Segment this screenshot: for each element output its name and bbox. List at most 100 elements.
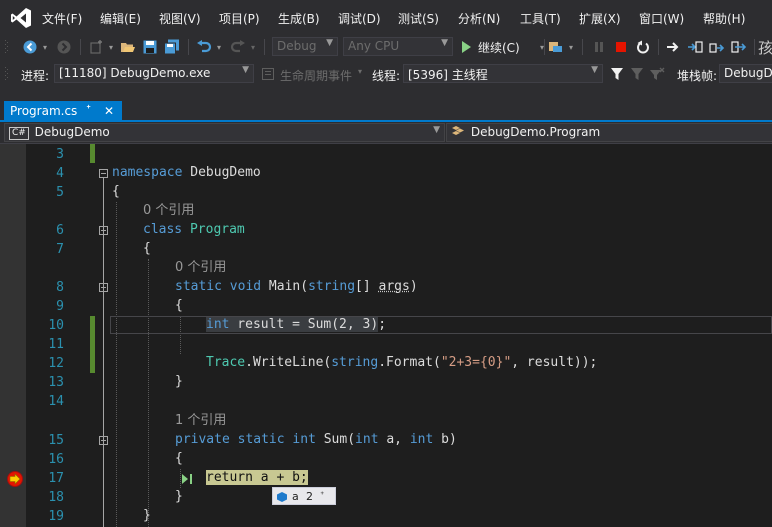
lifecycle-dropdown-icon[interactable]: ▾ bbox=[358, 67, 362, 76]
stack-frame-label: 堆栈帧: bbox=[677, 69, 718, 83]
step-over-icon[interactable] bbox=[707, 37, 727, 57]
solution-platform-dropdown[interactable]: Any CPU ▼ bbox=[343, 37, 453, 56]
show-flagged-threads-icon[interactable] bbox=[648, 64, 666, 84]
project-name: DebugDemo bbox=[34, 125, 110, 139]
redo-icon[interactable] bbox=[228, 37, 248, 57]
pin-tab-icon[interactable]: ᐩ bbox=[86, 103, 91, 118]
step-out-icon[interactable] bbox=[729, 37, 749, 57]
continue-button[interactable]: 继续(C) bbox=[460, 37, 536, 57]
lifecycle-events-icon[interactable] bbox=[261, 64, 275, 84]
collapse-namespace-icon[interactable] bbox=[99, 169, 108, 178]
keyword: namespace bbox=[112, 165, 183, 180]
pin-datatip-icon[interactable]: ᐩ bbox=[320, 489, 324, 502]
hot-reload-icon[interactable] bbox=[546, 37, 566, 57]
project-dropdown[interactable]: C# DebugDemo ▼ bbox=[4, 123, 445, 142]
chevron-down-icon: ▼ bbox=[441, 38, 448, 48]
change-indicator bbox=[90, 316, 95, 373]
stop-debugging-icon[interactable] bbox=[611, 37, 631, 57]
line-number: 14 bbox=[48, 394, 64, 409]
run-to-click-icon[interactable] bbox=[182, 474, 194, 484]
menu-window[interactable]: 窗口(W) bbox=[639, 10, 684, 27]
open-file-icon[interactable] bbox=[118, 37, 138, 57]
process-dropdown[interactable]: [11180] DebugDemo.exe ▼ bbox=[54, 64, 254, 83]
menu-tools[interactable]: 工具(T) bbox=[520, 10, 561, 27]
menu-debug[interactable]: 调试(D) bbox=[338, 10, 381, 27]
restart-icon[interactable] bbox=[633, 37, 653, 57]
tab-program-cs[interactable]: Program.cs ᐩ ✕ bbox=[4, 101, 122, 122]
menu-bar: 文件(F) 编辑(E) 视图(V) 项目(P) 生成(B) 调试(D) 测试(S… bbox=[0, 0, 772, 34]
undo-icon[interactable] bbox=[194, 37, 214, 57]
save-icon[interactable] bbox=[140, 37, 160, 57]
thread-dropdown[interactable]: [5396] 主线程 ▼ bbox=[403, 64, 603, 83]
toolbar-separator bbox=[582, 39, 583, 55]
navigate-back-icon[interactable] bbox=[20, 37, 40, 57]
menu-analyze[interactable]: 分析(N) bbox=[458, 10, 500, 27]
menu-test[interactable]: 测试(S) bbox=[398, 10, 439, 27]
codelens-references-main[interactable]: 0 个引用 bbox=[175, 258, 226, 277]
code-text: .Format( bbox=[378, 355, 441, 370]
line-number: 13 bbox=[48, 375, 64, 390]
line-number: 16 bbox=[48, 452, 64, 467]
class-name: Program bbox=[189, 222, 245, 237]
datatip[interactable]: a 2 ᐩ bbox=[272, 487, 336, 505]
save-all-icon[interactable] bbox=[162, 37, 182, 57]
solution-configuration-dropdown[interactable]: Debug ▼ bbox=[272, 37, 338, 56]
codelens-references-sum[interactable]: 1 个引用 bbox=[175, 411, 226, 430]
menu-extensions[interactable]: 扩展(X) bbox=[579, 10, 621, 27]
menu-view[interactable]: 视图(V) bbox=[159, 10, 201, 27]
menu-edit[interactable]: 编辑(E) bbox=[100, 10, 141, 27]
new-project-icon[interactable] bbox=[86, 37, 106, 57]
line-number: 19 bbox=[48, 509, 64, 524]
line-number: 18 bbox=[48, 490, 64, 505]
indent-guide bbox=[180, 469, 181, 488]
flag-thread-icon[interactable] bbox=[628, 64, 646, 84]
line-number: 6 bbox=[56, 223, 64, 238]
current-statement: return a + b; bbox=[206, 470, 308, 485]
keyword: class bbox=[143, 222, 183, 237]
line-number: 17 bbox=[48, 471, 64, 486]
break-all-icon[interactable] bbox=[589, 37, 609, 57]
navigate-forward-icon[interactable] bbox=[54, 37, 74, 57]
type-dropdown[interactable]: DebugDemo.Program bbox=[446, 123, 772, 142]
navigate-back-dropdown-icon[interactable]: ▾ bbox=[40, 37, 50, 57]
class-icon bbox=[452, 126, 464, 135]
hot-reload-dropdown-icon[interactable]: ▾ bbox=[566, 37, 576, 57]
codelens-references-program[interactable]: 0 个引用 bbox=[143, 201, 194, 220]
undo-dropdown-icon[interactable]: ▾ bbox=[214, 37, 224, 57]
code-text: b) bbox=[433, 432, 457, 447]
document-tab-strip: Program.cs ᐩ ✕ bbox=[0, 88, 772, 122]
line-number: 12 bbox=[48, 356, 64, 371]
breakpoint-current-statement-icon[interactable] bbox=[6, 470, 24, 488]
toolbar-overflow-glyph[interactable]: 孩 bbox=[758, 37, 772, 57]
code-line-17: return a + b; bbox=[206, 468, 308, 487]
menu-help[interactable]: 帮助(H) bbox=[703, 10, 745, 27]
show-next-statement-icon[interactable] bbox=[663, 37, 683, 57]
step-into-icon[interactable] bbox=[685, 37, 705, 57]
keyword: int bbox=[355, 432, 379, 447]
keyword: static bbox=[237, 432, 285, 447]
code-editor[interactable]: 3 4 5 6 7 8 9 10 11 12 13 14 15 16 17 18… bbox=[0, 144, 772, 527]
chevron-down-icon: ▼ bbox=[591, 65, 598, 75]
line-number: 5 bbox=[56, 185, 64, 200]
toolbar-grip[interactable] bbox=[4, 64, 10, 84]
toolbar-separator bbox=[754, 39, 755, 55]
toolbar-grip[interactable] bbox=[4, 37, 10, 57]
keyword: void bbox=[229, 279, 262, 294]
parameter-unused: args bbox=[378, 279, 410, 294]
indent-guide bbox=[148, 259, 149, 527]
code-text: .WriteLine( bbox=[245, 355, 332, 370]
code-line-10: int result = Sum(2, 3); bbox=[206, 315, 386, 334]
redo-dropdown-icon[interactable]: ▾ bbox=[248, 37, 258, 57]
menu-build[interactable]: 生成(B) bbox=[278, 10, 320, 27]
new-project-dropdown-icon[interactable]: ▾ bbox=[106, 37, 116, 57]
line-number: 9 bbox=[56, 299, 64, 314]
close-tab-icon[interactable]: ✕ bbox=[104, 104, 114, 118]
line-number: 8 bbox=[56, 280, 64, 295]
play-icon bbox=[462, 41, 471, 53]
stack-frame-dropdown[interactable]: DebugD bbox=[719, 64, 772, 83]
filter-threads-icon[interactable] bbox=[608, 64, 626, 84]
menu-file[interactable]: 文件(F) bbox=[42, 10, 82, 27]
lifecycle-events-label[interactable]: 生命周期事件 bbox=[280, 67, 352, 84]
menu-project[interactable]: 项目(P) bbox=[219, 10, 260, 27]
stack-frame-value: DebugD bbox=[724, 66, 772, 80]
